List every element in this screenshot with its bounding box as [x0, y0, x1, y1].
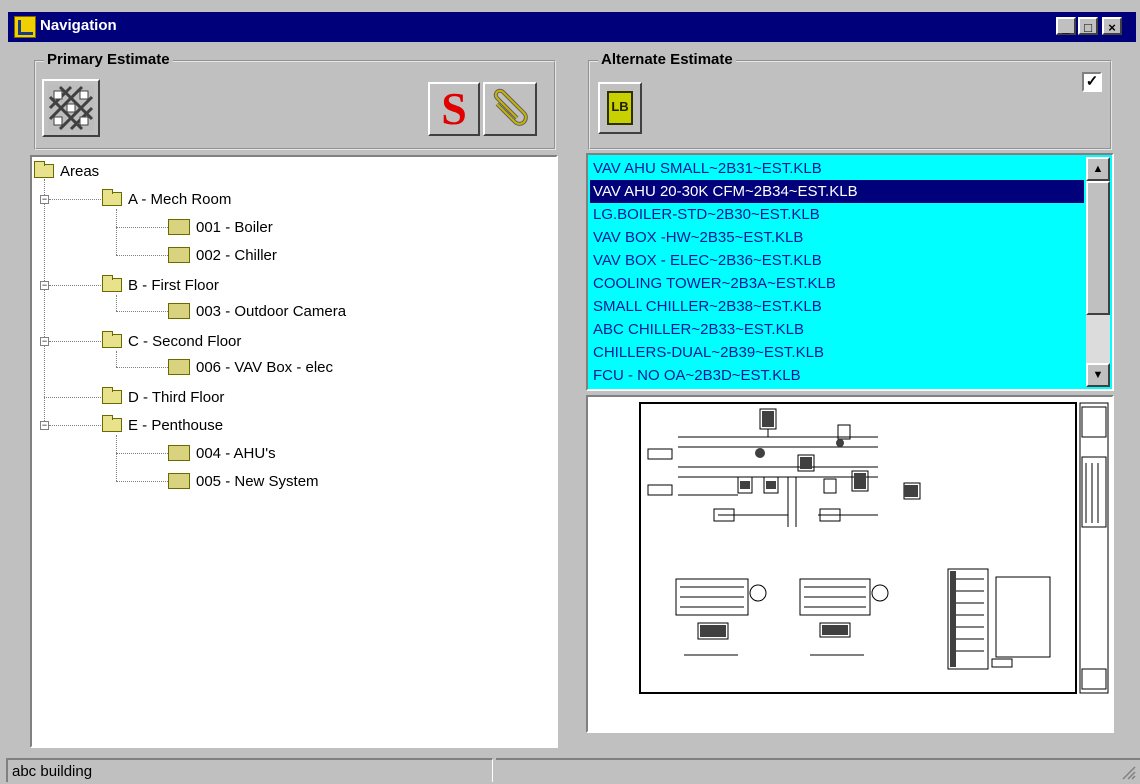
tree-connector [44, 179, 45, 423]
tree-connector [116, 209, 117, 255]
alternate-checkbox[interactable]: ✓ [1082, 72, 1102, 92]
alternate-estimate-group [588, 60, 1112, 150]
tree-node[interactable]: 004 - AHU's [168, 441, 276, 465]
tree-node[interactable]: 005 - New System [168, 469, 319, 493]
network-icon [48, 85, 94, 131]
list-item-selected[interactable]: VAV AHU 20-30K CFM~2B34~EST.KLB [590, 180, 1084, 203]
folder-icon [102, 331, 122, 348]
s-button[interactable]: S [428, 82, 480, 136]
resize-grip-icon[interactable] [1120, 764, 1136, 780]
lb-button[interactable]: LB [598, 82, 642, 134]
estimate-folder-icon [168, 359, 190, 375]
tree-connector [116, 367, 168, 368]
tree-node[interactable]: D - Third Floor [102, 385, 224, 409]
tree-root[interactable]: Areas [34, 159, 99, 183]
list-item[interactable]: VAV AHU SMALL~2B31~EST.KLB [590, 157, 1084, 180]
window-title: Navigation [40, 17, 117, 34]
tree-node[interactable]: E - Penthouse [102, 413, 223, 437]
folder-icon [102, 415, 122, 432]
tree-node[interactable]: A - Mech Room [102, 187, 231, 211]
scroll-thumb[interactable] [1086, 181, 1110, 315]
schematic-thumbnail [639, 402, 1109, 694]
list-item[interactable]: VAV BOX -HW~2B35~EST.KLB [590, 226, 1084, 249]
collapse-c-toggle[interactable]: − [40, 337, 49, 346]
folder-icon [102, 387, 122, 404]
tree-node[interactable]: C - Second Floor [102, 329, 241, 353]
scroll-down-button[interactable]: ▼ [1086, 363, 1110, 387]
tree-connector [49, 425, 101, 426]
tree-node[interactable]: 003 - Outdoor Camera [168, 299, 346, 323]
list-item[interactable]: ABC CHILLER~2B33~EST.KLB [590, 318, 1084, 341]
list-item[interactable]: COOLING TOWER~2B3A~EST.KLB [590, 272, 1084, 295]
tree-node[interactable]: 006 - VAV Box - elec [168, 355, 333, 379]
app-icon[interactable] [14, 16, 36, 38]
tree-node[interactable]: 002 - Chiller [168, 243, 277, 267]
paperclip-icon [493, 88, 528, 126]
list-item[interactable]: VAV BOX - ELEC~2B36~EST.KLB [590, 249, 1084, 272]
close-button[interactable]: × [1102, 17, 1122, 35]
folder-icon [102, 189, 122, 206]
primary-estimate-label: Primary Estimate [44, 51, 173, 68]
tree-connector [49, 199, 101, 200]
attach-button[interactable] [483, 82, 537, 136]
s-icon: S [441, 83, 467, 134]
tree-connector [49, 341, 101, 342]
scroll-up-button[interactable]: ▲ [1086, 157, 1110, 181]
title-bar[interactable]: Navigation _ □ × [8, 12, 1136, 42]
tree-connector [116, 435, 117, 481]
file-list-rows: VAV AHU SMALL~2B31~EST.KLB VAV AHU 20-30… [590, 157, 1084, 387]
estimate-folder-icon [168, 445, 190, 461]
tree-connector [116, 311, 168, 312]
list-item[interactable]: LG.BOILER-STD~2B30~EST.KLB [590, 203, 1084, 226]
tree-connector [116, 295, 117, 311]
list-item[interactable]: SMALL CHILLER~2B38~EST.KLB [590, 295, 1084, 318]
estimate-folder-icon [168, 247, 190, 263]
estimate-folder-icon [168, 473, 190, 489]
network-button[interactable] [42, 79, 100, 137]
status-bar: abc building [6, 758, 493, 782]
folder-icon [34, 161, 54, 178]
tree-connector [116, 255, 168, 256]
list-item[interactable]: CHILLERS-DUAL~2B39~EST.KLB [590, 341, 1084, 364]
tree-connector [116, 453, 168, 454]
maximize-button[interactable]: □ [1078, 17, 1098, 35]
estimate-folder-icon [168, 219, 190, 235]
lb-icon: LB [607, 91, 633, 125]
folder-icon [102, 275, 122, 292]
tree-connector [116, 351, 117, 367]
tree-connector [49, 285, 101, 286]
tree-node[interactable]: 001 - Boiler [168, 215, 273, 239]
collapse-b-toggle[interactable]: − [40, 281, 49, 290]
alternate-estimate-label: Alternate Estimate [598, 51, 736, 68]
tree-connector [116, 481, 168, 482]
estimate-folder-icon [168, 303, 190, 319]
collapse-e-toggle[interactable]: − [40, 421, 49, 430]
status-bar-panel [496, 758, 1140, 782]
tree-connector [44, 397, 101, 398]
collapse-a-toggle[interactable]: − [40, 195, 49, 204]
list-item[interactable]: FCU - NO OA~2B3D~EST.KLB [590, 364, 1084, 387]
minimize-button[interactable]: _ [1056, 17, 1076, 35]
tree-content: − − − − Areas A - Mech Room 001 - Boiler… [32, 157, 556, 746]
tree-connector [116, 227, 168, 228]
tree-node[interactable]: B - First Floor [102, 273, 219, 297]
